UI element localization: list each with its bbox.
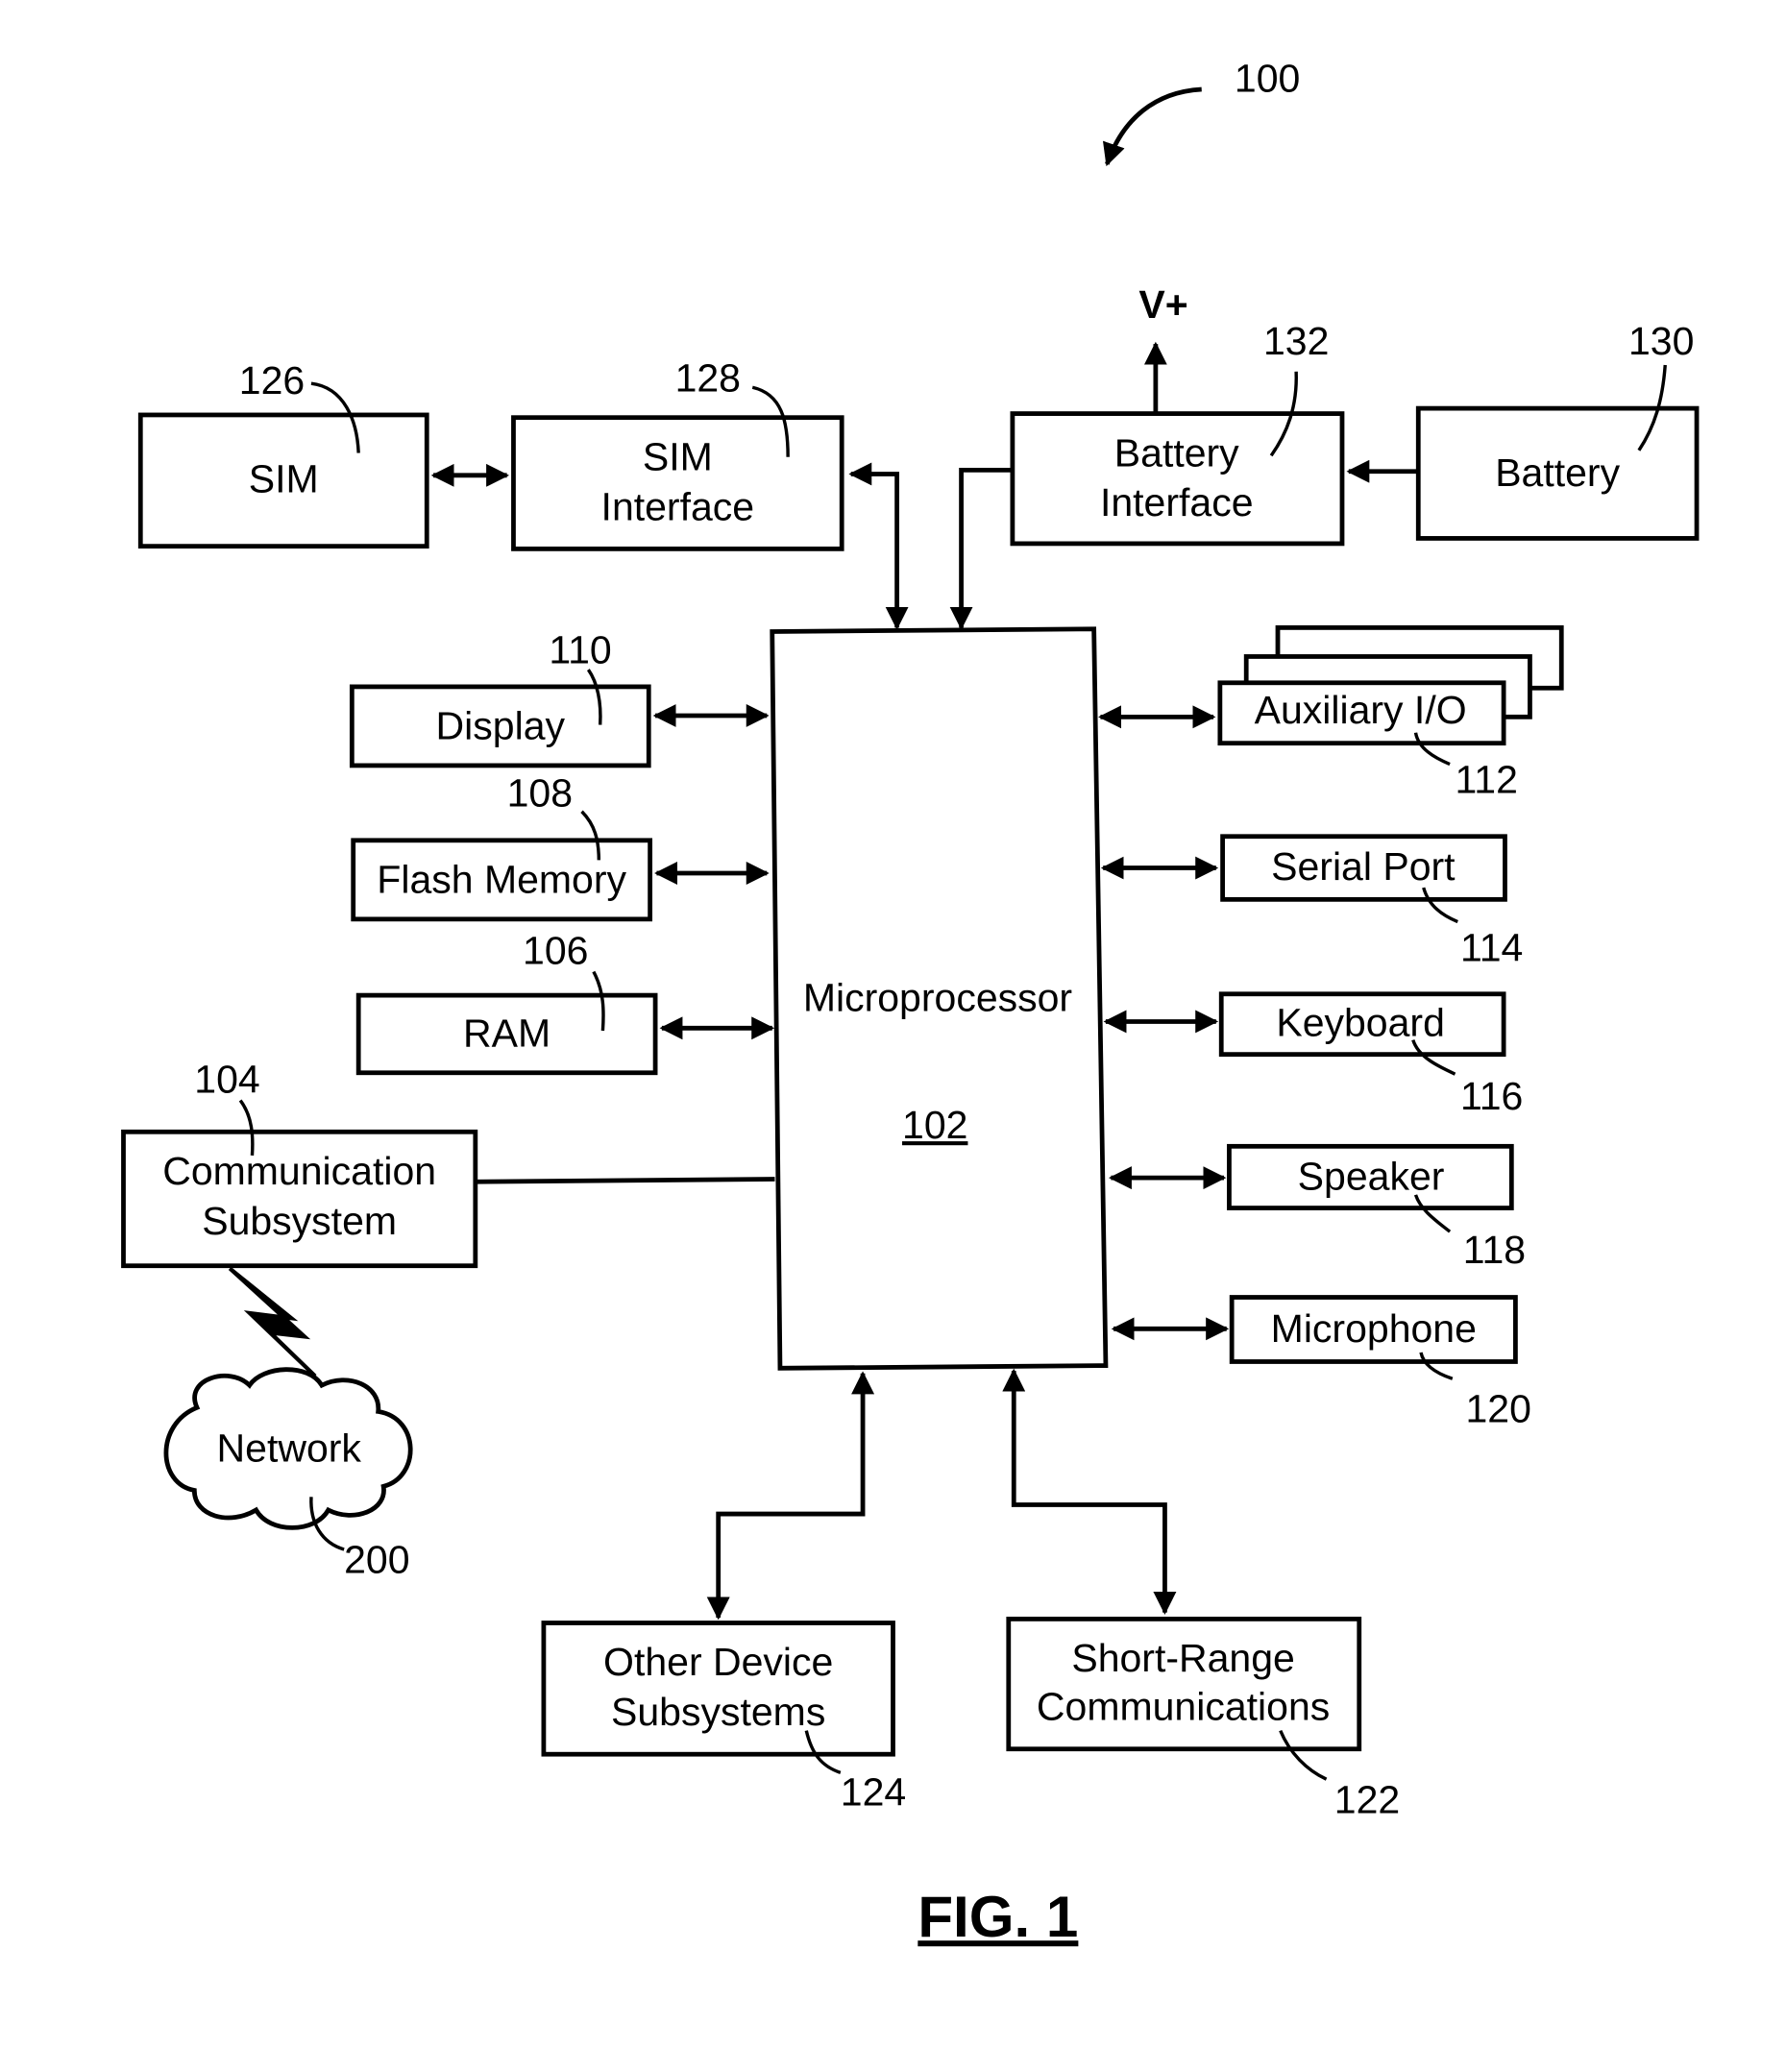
svg-text:Flash Memory: Flash Memory: [377, 858, 626, 902]
sim-block: SIM 126: [137, 358, 429, 549]
sim-interface-block: SIM Interface 128: [511, 355, 844, 551]
svg-text:RAM: RAM: [463, 1011, 550, 1055]
svg-text:Display: Display: [436, 704, 566, 748]
svg-text:Other Device: Other Device: [603, 1640, 833, 1684]
microprocessor-block: Microprocessor 102: [770, 626, 1109, 1371]
svg-text:200: 200: [344, 1538, 409, 1582]
svg-text:120: 120: [1465, 1386, 1530, 1430]
svg-text:106: 106: [523, 928, 588, 972]
communication-subsystem-block: Communication Subsystem 104: [121, 1057, 478, 1269]
speaker-block: Speaker 118: [1227, 1143, 1526, 1272]
svg-text:Microprocessor: Microprocessor: [803, 976, 1072, 1020]
svg-text:104: 104: [194, 1057, 259, 1101]
svg-text:118: 118: [1463, 1228, 1526, 1272]
battery-interface-block: Battery Interface 132: [1010, 319, 1345, 547]
keyboard-block: Keyboard 116: [1218, 991, 1523, 1118]
figure-ref-100: 100: [1102, 57, 1300, 167]
auxiliary-io-block: Auxiliary I/O 112: [1217, 624, 1564, 802]
svg-text:SIM: SIM: [643, 434, 713, 478]
comm-micro-line: [475, 1177, 775, 1184]
svg-text:Network: Network: [217, 1426, 362, 1470]
figure-caption: FIG. 1: [917, 1885, 1078, 1949]
microphone-block: Microphone 120: [1229, 1295, 1531, 1430]
network-cloud: Network 200: [163, 1367, 413, 1582]
ram-block: RAM 106: [355, 928, 658, 1076]
svg-text:130: 130: [1628, 319, 1694, 363]
svg-text:Subsystem: Subsystem: [202, 1199, 397, 1243]
svg-text:110: 110: [549, 627, 611, 671]
serial-port-block: Serial Port 114: [1220, 834, 1523, 970]
svg-text:126: 126: [239, 358, 305, 402]
short-range-micro-arrow: [1002, 1368, 1177, 1615]
wireless-link-icon: [228, 1266, 317, 1378]
svg-text:112: 112: [1456, 758, 1518, 802]
svg-text:Auxiliary I/O: Auxiliary I/O: [1255, 688, 1467, 732]
battery-interface-micro-arrow: [949, 467, 1013, 630]
svg-text:128: 128: [675, 355, 741, 400]
svg-text:108: 108: [507, 770, 573, 815]
svg-text:114: 114: [1460, 926, 1523, 970]
vplus-label: V+: [1138, 282, 1187, 327]
svg-text:Communications: Communications: [1037, 1685, 1330, 1729]
leader-200: [309, 1497, 345, 1551]
svg-text:124: 124: [841, 1770, 906, 1815]
other-device-subsystems-block: Other Device Subsystems 124: [541, 1621, 906, 1815]
svg-text:Communication: Communication: [162, 1149, 436, 1193]
short-range-communications-block: Short-Range Communications 122: [1006, 1617, 1400, 1822]
svg-text:Battery: Battery: [1114, 430, 1239, 475]
svg-text:Microphone: Microphone: [1271, 1306, 1477, 1351]
svg-text:132: 132: [1263, 319, 1329, 363]
flash-memory-block: Flash Memory 108: [351, 770, 653, 922]
svg-text:Short-Range: Short-Range: [1071, 1636, 1294, 1680]
sim-interface-micro-arrow: [848, 462, 909, 630]
svg-text:122: 122: [1334, 1778, 1400, 1822]
figure-ref-arrow: [1102, 86, 1202, 167]
svg-text:100: 100: [1235, 57, 1300, 101]
svg-text:116: 116: [1460, 1074, 1523, 1118]
svg-text:Subsystems: Subsystems: [611, 1690, 825, 1734]
display-block: Display 110: [349, 627, 651, 768]
svg-text:Speaker: Speaker: [1298, 1154, 1445, 1198]
svg-text:Battery: Battery: [1495, 451, 1620, 495]
other-device-micro-arrow: [706, 1371, 875, 1621]
svg-text:Interface: Interface: [601, 484, 755, 528]
svg-text:102: 102: [902, 1103, 967, 1147]
svg-text:Serial Port: Serial Port: [1271, 844, 1456, 889]
svg-text:Keyboard: Keyboard: [1276, 1001, 1445, 1045]
svg-text:SIM: SIM: [249, 457, 319, 501]
svg-text:Interface: Interface: [1100, 480, 1254, 524]
battery-block: Battery 130: [1415, 319, 1700, 541]
block-diagram: 100 SIM 126 SIM Interface 128 Battery In…: [121, 57, 1700, 1949]
